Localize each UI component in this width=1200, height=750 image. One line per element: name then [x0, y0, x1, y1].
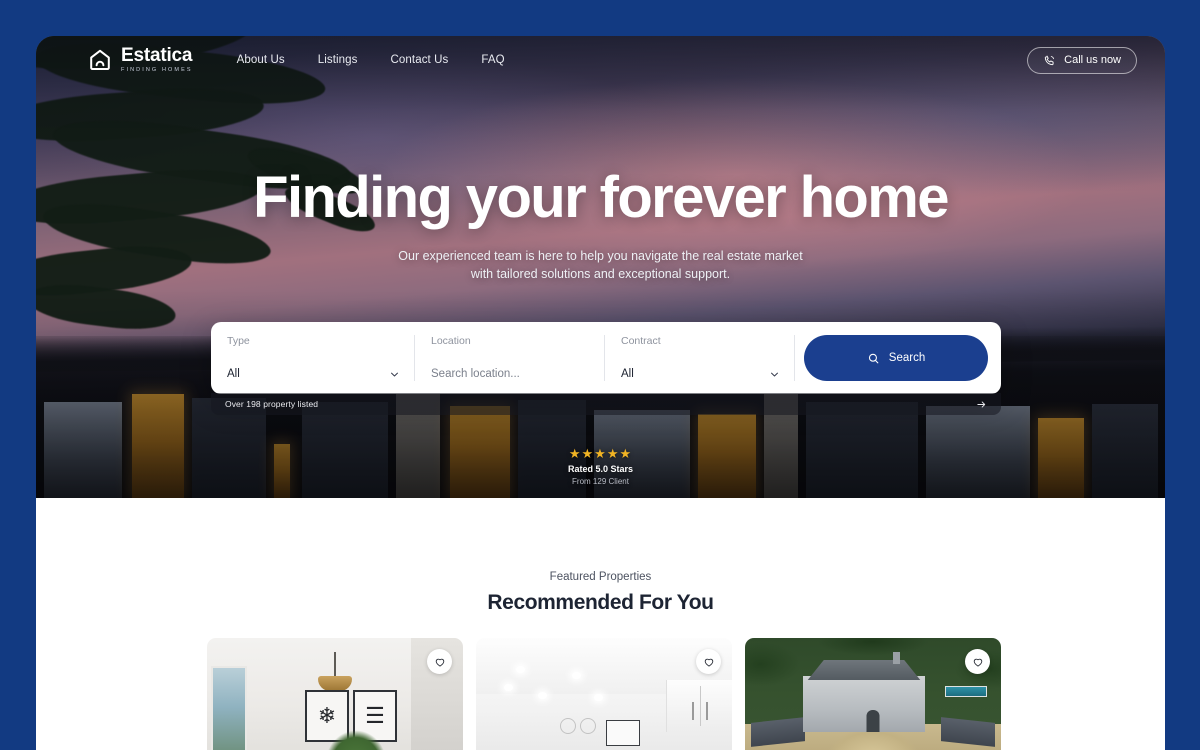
search-type-label: Type [227, 335, 250, 347]
chevron-down-icon[interactable] [769, 369, 780, 380]
page-frame: Estatica FINDING HOMES About Us Listings… [36, 36, 1165, 750]
heart-icon [435, 658, 444, 667]
hero-subtitle: Our experienced team is here to help you… [36, 247, 1165, 283]
search-contract-label: Contract [621, 335, 661, 347]
search-button[interactable]: Search [804, 335, 988, 381]
wall-art [606, 720, 640, 746]
call-us-now-label: Call us now [1064, 54, 1121, 66]
cabinet-handle [692, 702, 694, 720]
search-type-value: All [227, 368, 240, 380]
property-card-interior-dining[interactable]: ❄ ☰ [207, 638, 463, 750]
search-card: Type All Location Search location... Con… [211, 322, 1001, 394]
nav-link-listings[interactable]: Listings [318, 54, 358, 66]
card-window [211, 666, 247, 750]
hero-section: Estatica FINDING HOMES About Us Listings… [36, 36, 1165, 498]
mansion-facade [803, 676, 925, 732]
brand-tagline: FINDING HOMES [121, 67, 193, 73]
wall-decor [580, 718, 596, 734]
featured-eyebrow: Featured Properties [549, 571, 652, 583]
search-location-input[interactable]: Search location... [431, 368, 588, 381]
properties-listed-bar[interactable]: Over 198 property listed [211, 393, 1001, 415]
hero-subtitle-line-2: with tailored solutions and exceptional … [470, 267, 731, 281]
heart-icon [704, 658, 713, 667]
top-navigation: Estatica FINDING HOMES About Us Listings… [36, 36, 1165, 84]
mansion-entrance [866, 710, 880, 732]
search-location-label: Location [431, 335, 471, 347]
rating-block: ★★★★★ Rated 5.0 Stars From 129 Client [36, 446, 1165, 488]
pendant-lamp [318, 676, 352, 691]
search-field-location[interactable]: Location Search location... [415, 335, 605, 381]
featured-title: Recommended For You [487, 591, 714, 614]
search-button-label: Search [888, 352, 926, 364]
recessed-light [594, 694, 603, 701]
swimming-pool [945, 686, 987, 697]
kitchen-cabinets [666, 680, 732, 732]
hero-subtitle-line-1: Our experienced team is here to help you… [398, 249, 803, 263]
search-field-type[interactable]: Type All [211, 335, 415, 381]
property-card-white-kitchen[interactable] [476, 638, 732, 750]
call-us-now-button[interactable]: Call us now [1027, 46, 1137, 74]
rating-sub-text: From 129 Client [572, 477, 629, 486]
chevron-down-icon[interactable] [389, 369, 400, 380]
property-search-panel: Type All Location Search location... Con… [211, 322, 1001, 416]
mansion-chimney [893, 652, 900, 664]
nav-link-contact-us[interactable]: Contact Us [391, 54, 449, 66]
house-logo-icon [90, 49, 110, 70]
recessed-light [538, 692, 547, 699]
brand-name: Estatica [121, 45, 193, 66]
potted-plant [325, 730, 387, 750]
property-cards: ❄ ☰ [207, 638, 1002, 750]
pendant-rod [334, 652, 336, 678]
property-card-aerial-estate[interactable] [745, 638, 1001, 750]
properties-listed-text: Over 198 property listed [225, 399, 319, 409]
rating-main-text: Rated 5.0 Stars [567, 464, 634, 474]
nav-link-faq[interactable]: FAQ [481, 54, 504, 66]
nav-link-about-us[interactable]: About Us [237, 54, 285, 66]
favorite-button[interactable] [696, 649, 721, 674]
hero-title: Finding your forever home [253, 165, 949, 230]
recessed-light [504, 684, 513, 691]
search-icon [868, 353, 879, 363]
search-contract-value: All [621, 368, 634, 380]
search-field-contract[interactable]: Contract All [605, 335, 795, 381]
favorite-button[interactable] [965, 649, 990, 674]
cabinet-handle [706, 702, 708, 720]
nav-links: About Us Listings Contact Us FAQ [237, 54, 505, 66]
brand-logo[interactable]: Estatica FINDING HOMES [88, 46, 193, 74]
heart-icon [973, 658, 982, 667]
recessed-light [572, 672, 581, 679]
arrow-right-icon[interactable] [976, 399, 987, 410]
wall-decor [560, 718, 576, 734]
recessed-light [516, 666, 525, 673]
rating-stars: ★★★★★ [568, 446, 633, 461]
favorite-button[interactable] [427, 649, 452, 674]
phone-icon [1044, 55, 1055, 65]
